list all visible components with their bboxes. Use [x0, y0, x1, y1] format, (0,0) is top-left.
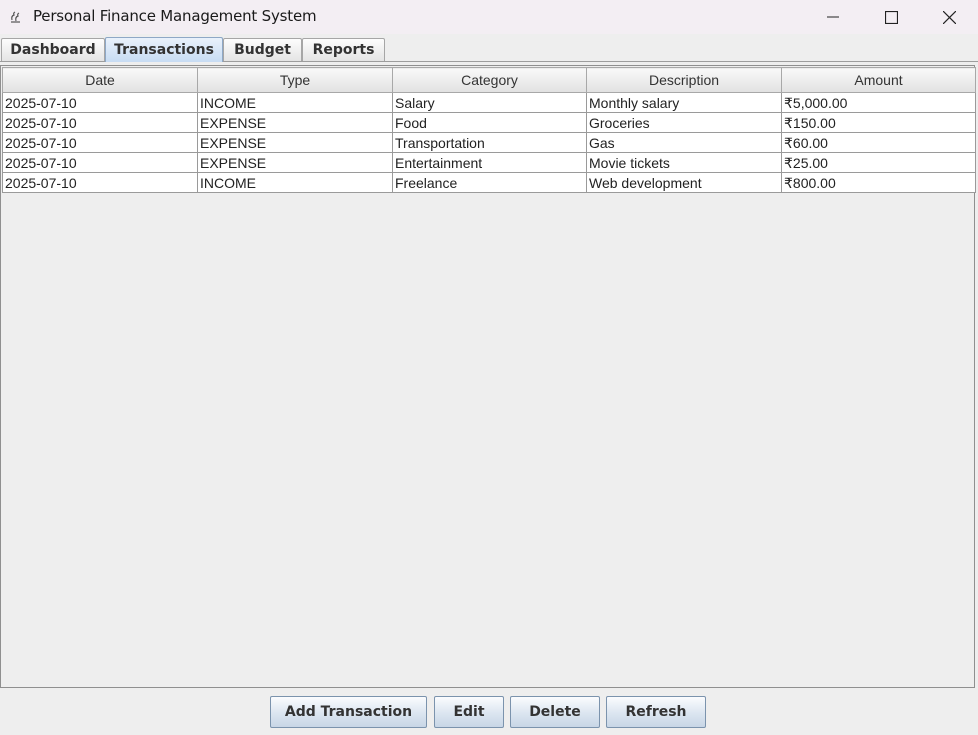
cell-category[interactable]: Transportation: [392, 132, 587, 153]
table-row[interactable]: 2025-07-10 INCOME Salary Monthly salary …: [2, 92, 976, 113]
cell-description[interactable]: Movie tickets: [586, 152, 782, 173]
close-icon: [942, 10, 956, 24]
table-row[interactable]: 2025-07-10 EXPENSE Transportation Gas ₹6…: [2, 132, 976, 153]
java-cup-icon: [9, 9, 23, 23]
minimize-icon: [827, 11, 839, 23]
column-header-amount[interactable]: Amount: [781, 67, 976, 93]
refresh-button[interactable]: Refresh: [606, 696, 706, 728]
tab-reports[interactable]: Reports: [302, 38, 385, 61]
table-row[interactable]: 2025-07-10 EXPENSE Food Groceries ₹150.0…: [2, 112, 976, 133]
cell-description[interactable]: Monthly salary: [586, 92, 782, 113]
cell-date[interactable]: 2025-07-10: [2, 92, 198, 113]
cell-description[interactable]: Gas: [586, 132, 782, 153]
tab-dashboard[interactable]: Dashboard: [1, 38, 105, 61]
cell-type[interactable]: INCOME: [197, 92, 393, 113]
tab-bar: Dashboard Transactions Budget Reports: [0, 34, 978, 62]
cell-type[interactable]: EXPENSE: [197, 152, 393, 173]
cell-amount[interactable]: ₹150.00: [781, 112, 976, 133]
cell-category[interactable]: Food: [392, 112, 587, 133]
column-header-date[interactable]: Date: [2, 67, 198, 93]
transactions-table-panel[interactable]: Date Type Category Description Amount 20…: [0, 65, 976, 688]
column-header-category[interactable]: Category: [392, 67, 587, 93]
cell-date[interactable]: 2025-07-10: [2, 172, 198, 193]
cell-amount[interactable]: ₹800.00: [781, 172, 976, 193]
column-header-description[interactable]: Description: [586, 67, 782, 93]
table-row[interactable]: 2025-07-10 INCOME Freelance Web developm…: [2, 172, 976, 193]
cell-date[interactable]: 2025-07-10: [2, 112, 198, 133]
cell-type[interactable]: EXPENSE: [197, 132, 393, 153]
title-bar: Personal Finance Management System: [0, 0, 978, 34]
column-header-type[interactable]: Type: [197, 67, 393, 93]
cell-type[interactable]: EXPENSE: [197, 112, 393, 133]
cell-amount[interactable]: ₹5,000.00: [781, 92, 976, 113]
cell-amount[interactable]: ₹25.00: [781, 152, 976, 173]
cell-category[interactable]: Salary: [392, 92, 587, 113]
cell-description[interactable]: Groceries: [586, 112, 782, 133]
action-button-bar: Add Transaction Edit Delete Refresh: [0, 690, 978, 735]
table-header-row: Date Type Category Description Amount: [2, 67, 976, 93]
tab-transactions[interactable]: Transactions: [105, 37, 223, 62]
minimize-button[interactable]: [804, 0, 862, 34]
delete-button[interactable]: Delete: [510, 696, 600, 728]
cell-date[interactable]: 2025-07-10: [2, 132, 198, 153]
add-transaction-button[interactable]: Add Transaction: [270, 696, 427, 728]
tab-budget[interactable]: Budget: [223, 38, 302, 61]
cell-date[interactable]: 2025-07-10: [2, 152, 198, 173]
cell-amount[interactable]: ₹60.00: [781, 132, 976, 153]
table-row[interactable]: 2025-07-10 EXPENSE Entertainment Movie t…: [2, 152, 976, 173]
close-button[interactable]: [920, 0, 978, 34]
window-title: Personal Finance Management System: [33, 7, 317, 25]
maximize-icon: [884, 10, 898, 24]
cell-category[interactable]: Entertainment: [392, 152, 587, 173]
maximize-button[interactable]: [862, 0, 920, 34]
edit-button[interactable]: Edit: [434, 696, 504, 728]
cell-category[interactable]: Freelance: [392, 172, 587, 193]
cell-type[interactable]: INCOME: [197, 172, 393, 193]
cell-description[interactable]: Web development: [586, 172, 782, 193]
transactions-table[interactable]: Date Type Category Description Amount 20…: [2, 67, 976, 193]
